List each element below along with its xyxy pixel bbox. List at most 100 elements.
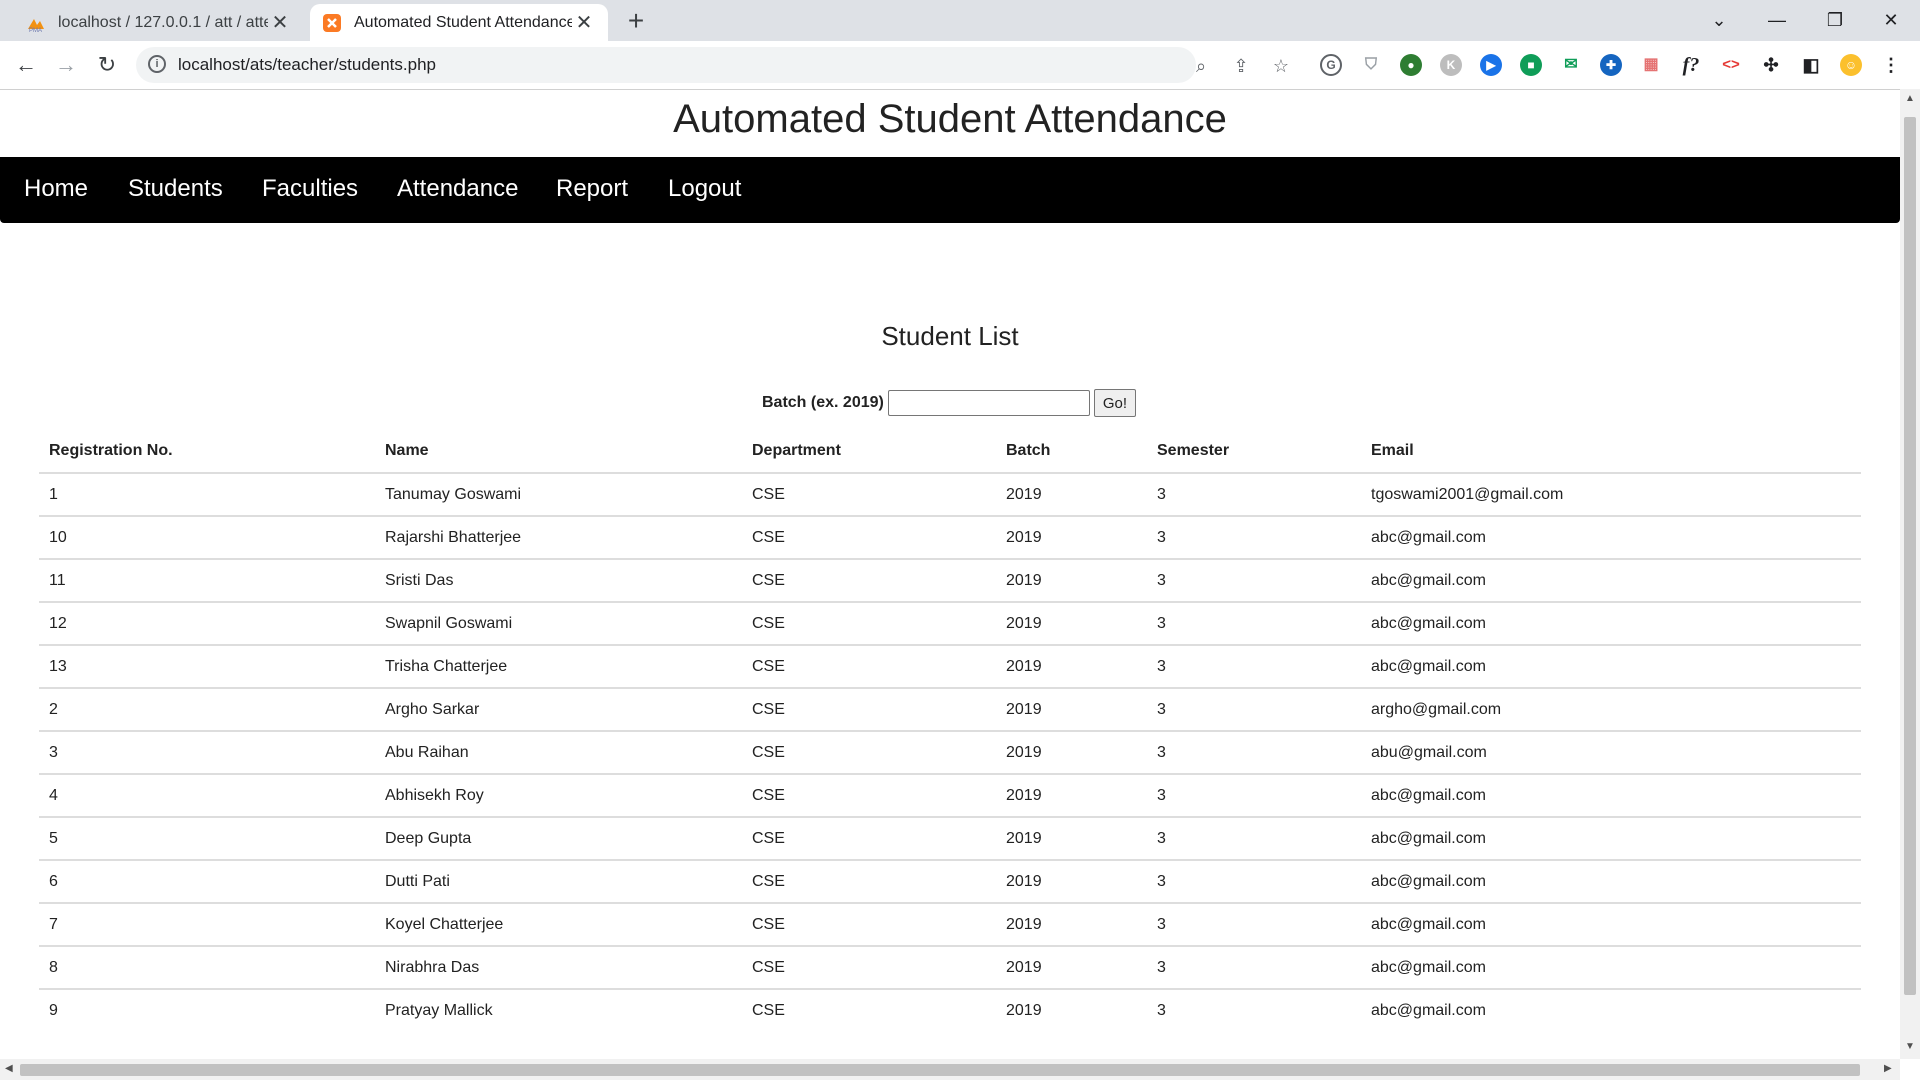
go-button[interactable]: Go! [1093,389,1137,417]
table-body: 1 Tanumay Goswami CSE 2019 3 tgoswami2001@gma… [39,473,1861,1031]
phpmyadmin-icon: PMA [28,18,44,33]
header-semester: Semester [1147,430,1361,474]
cell-registration: 10 [39,516,375,560]
nav-logout[interactable]: Logout [668,175,741,203]
side-panel-icon[interactable]: ◧ [1800,54,1822,76]
nav-faculties[interactable]: Faculties [262,175,358,203]
cell-department: CSE [742,688,996,732]
vertical-scrollbar[interactable]: ▲ ▼ [1900,89,1920,1059]
extension-shield-icon[interactable]: ⛉ [1360,54,1382,76]
extension-k-icon[interactable]: K [1440,54,1462,76]
student-table: Registration No. Name Department Batch S… [39,430,1861,1031]
nav-attendance[interactable]: Attendance [397,175,518,203]
tab-search-icon[interactable]: ⌄ [1690,0,1748,41]
batch-label: Batch (ex. 2019) [762,394,884,411]
tab-student-attendance[interactable]: Automated Student Attendance ✕ [310,4,608,41]
profile-avatar[interactable]: ☺ [1840,54,1862,76]
site-info-icon[interactable]: i [148,55,166,73]
main-nav: Home Students Faculties Attendance Repor… [0,157,1900,223]
bookmark-star-icon[interactable]: ☆ [1271,56,1291,76]
cell-semester: 3 [1147,516,1361,560]
reload-icon[interactable]: ↻ [91,49,123,81]
header-department: Department [742,430,996,474]
cell-name: Abhisekh Roy [375,774,742,818]
cell-name: Swapnil Goswami [375,602,742,646]
extension-globe-icon[interactable]: ● [1400,54,1422,76]
cell-batch: 2019 [996,731,1147,775]
window-close-button[interactable]: ✕ [1862,0,1920,41]
cell-department: CSE [742,817,996,861]
header-email: Email [1361,430,1861,474]
cell-name: Pratyay Mallick [385,1001,493,1019]
new-tab-button[interactable]: + [622,7,650,36]
cell-batch: 2019 [1006,1001,1042,1019]
cell-semester: 3 [1147,860,1361,904]
cell-batch: 2019 [996,473,1147,517]
cell-semester: 3 [1147,645,1361,689]
extension-play-icon[interactable]: ▶ [1480,54,1502,76]
browser-menu-icon[interactable]: ⋮ [1880,54,1902,76]
cell-name: Trisha Chatterjee [375,645,742,689]
cell-name: Sristi Das [375,559,742,603]
cell-batch: 2019 [996,602,1147,646]
cell-department: CSE [742,731,996,775]
scroll-right-icon[interactable]: ▶ [1884,1063,1892,1074]
horizontal-scroll-thumb[interactable] [20,1064,1860,1076]
extensions-puzzle-icon[interactable]: ✣ [1760,54,1782,76]
table-row: 2 Argho Sarkar CSE 2019 3 argho@gmail.com [39,688,1861,732]
header-name: Name [375,430,742,474]
cell-batch: 2019 [996,817,1147,861]
minimize-button[interactable]: — [1748,0,1806,41]
extension-mail-icon[interactable]: ✉ [1560,54,1582,76]
cell-department: CSE [742,602,996,646]
cell-semester: 3 [1157,1001,1166,1019]
back-icon[interactable]: ← [10,49,42,81]
header-batch: Batch [996,430,1147,474]
close-icon[interactable]: ✕ [268,11,292,35]
scroll-down-icon[interactable]: ▼ [1905,1041,1915,1052]
cell-email: abc@gmail.com [1361,946,1861,990]
batch-input[interactable] [887,390,1090,416]
extension-function-icon[interactable]: f? [1680,54,1702,76]
cell-email: abc@gmail.com [1361,559,1861,603]
restore-button[interactable]: ❐ [1806,0,1864,41]
address-bar[interactable]: i localhost/ats/teacher/students.php ⌕ ⇪… [136,47,1289,83]
forward-icon[interactable]: → [50,49,82,81]
nav-report[interactable]: Report [556,175,628,203]
close-icon[interactable]: ✕ [572,11,596,35]
horizontal-scrollbar[interactable]: ◀ ▶ [0,1059,1900,1080]
page-content: Automated Student Attendance Home Studen… [0,89,1900,1059]
svg-text:PMA: PMA [29,28,42,33]
cell-registration: 11 [39,559,375,603]
extension-green-icon[interactable]: ■ [1520,54,1542,76]
scroll-left-icon[interactable]: ◀ [5,1063,13,1074]
extension-grammar-icon[interactable]: G [1320,54,1342,76]
table-row: 8 Nirabhra Das CSE 2019 3 abc@gmail.com [39,946,1861,990]
extension-code-icon[interactable]: <> [1720,54,1742,76]
cell-registration: 13 [39,645,375,689]
cell-semester: 3 [1147,602,1361,646]
cell-name: Deep Gupta [375,817,742,861]
nav-students[interactable]: Students [128,175,223,203]
nav-home[interactable]: Home [24,175,88,203]
cell-name: Rajarshi Bhatterjee [375,516,742,560]
table-row: 7 Koyel Chatterjee CSE 2019 3 abc@gmail.com [39,903,1861,947]
vertical-scroll-thumb[interactable] [1904,117,1916,995]
cell-email: abu@gmail.com [1361,731,1861,775]
tab-title: Automated Student Attendance [354,13,572,31]
cell-semester: 3 [1147,946,1361,990]
extension-calendar-icon[interactable]: ▦ [1640,54,1662,76]
url-text[interactable]: localhost/ats/teacher/students.php [178,55,436,75]
site-title: Automated Student Attendance [673,97,1227,141]
cell-registration: 8 [39,946,375,990]
tab-phpmyadmin[interactable]: PMA localhost / 127.0.0.1 / att / attend… [14,4,304,41]
share-icon[interactable]: ⇪ [1231,56,1251,76]
extension-blue-icon[interactable]: ✚ [1600,54,1622,76]
zoom-icon[interactable]: ⌕ [1191,56,1211,76]
cell-department: CSE [752,1001,785,1019]
cell-batch: 2019 [996,774,1147,818]
cell-registration: 1 [39,473,375,517]
cell-semester: 3 [1147,559,1361,603]
scroll-up-icon[interactable]: ▲ [1905,93,1915,104]
cell-name: Koyel Chatterjee [375,903,742,947]
